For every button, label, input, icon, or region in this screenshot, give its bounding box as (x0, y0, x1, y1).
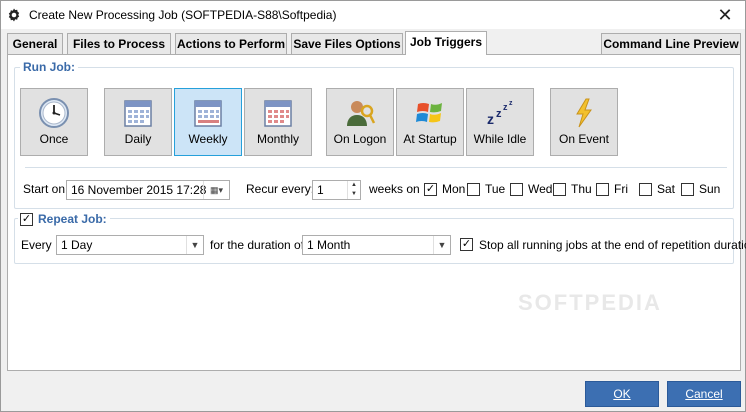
repeat-job-checkbox[interactable]: ✓ (20, 213, 33, 226)
run-job-label: Run Job: (20, 60, 78, 74)
day-sat-label: Sat (657, 182, 676, 196)
gear-icon (8, 8, 20, 22)
on-event-button[interactable]: On Event (550, 88, 618, 156)
start-on-label: Start on: (23, 182, 69, 196)
day-sun-checkbox[interactable] (681, 183, 694, 196)
day-fri-label: Fri (614, 182, 628, 196)
dialog-window: Create New Processing Job (SOFTPEDIA-S88… (0, 0, 746, 412)
recur-every-value: 1 (317, 183, 324, 197)
watermark: SOFTPEDIA (518, 290, 662, 315)
duration-select[interactable]: 1 Month ▼ (302, 235, 451, 255)
stop-jobs-checkbox[interactable]: ✓ (460, 238, 473, 251)
once-button[interactable]: Once (20, 88, 88, 156)
svg-text:z: z (487, 111, 494, 127)
once-label: Once (39, 132, 69, 146)
start-on-datetime-picker[interactable]: 16 November 2015 17:28 ▦▾ (66, 180, 230, 200)
recur-every-stepper[interactable]: 1 ▲ ▼ (312, 180, 361, 200)
clock-icon (39, 98, 69, 128)
day-thu-checkbox[interactable] (553, 183, 566, 196)
duration-value: 1 Month (307, 238, 351, 252)
while-idle-button[interactable]: z z z z While Idle (466, 88, 534, 156)
day-fri-checkbox[interactable] (596, 183, 609, 196)
at-startup-button[interactable]: At Startup (396, 88, 464, 156)
spin-up-icon[interactable]: ▲ (348, 181, 360, 190)
start-on-value: 16 November 2015 17:28 (71, 183, 207, 197)
calendar-icon (194, 100, 222, 127)
tab-actions-to-perform[interactable]: Actions to Perform (175, 33, 287, 54)
spin-down-icon[interactable]: ▼ (348, 190, 360, 199)
day-wed-checkbox[interactable] (510, 183, 523, 196)
svg-text:z: z (496, 108, 502, 120)
on-logon-label: On Logon (333, 132, 387, 146)
tab-save-files-options[interactable]: Save Files Options (291, 33, 403, 54)
lightning-icon (576, 98, 592, 128)
stop-jobs-label: Stop all running jobs at the end of repe… (479, 238, 746, 252)
tab-job-triggers[interactable]: Job Triggers (405, 31, 487, 55)
title-bar: Create New Processing Job (SOFTPEDIA-S88… (1, 1, 745, 29)
tab-content-job-triggers: Run Job: Once Daily Weekly Monthly On Lo… (7, 54, 746, 371)
chevron-down-icon[interactable]: ▼ (186, 236, 203, 254)
day-sun-label: Sun (699, 182, 721, 196)
cancel-button[interactable]: Cancel (667, 381, 741, 407)
tab-command-line-preview[interactable]: Command Line Preview (601, 33, 741, 54)
daily-button[interactable]: Daily (104, 88, 172, 156)
while-idle-label: While Idle (473, 132, 527, 146)
day-thu-label: Thu (571, 182, 592, 196)
day-sat-checkbox[interactable] (639, 183, 652, 196)
svg-text:z: z (503, 102, 508, 112)
weekly-label: Weekly (188, 132, 228, 146)
ok-button[interactable]: OK (585, 381, 659, 407)
every-value: 1 Day (61, 238, 93, 252)
at-startup-label: At Startup (403, 132, 457, 146)
every-label: Every (21, 238, 52, 252)
day-mon-checkbox[interactable]: ✓ (424, 183, 437, 196)
divider (25, 167, 727, 168)
every-select[interactable]: 1 Day ▼ (56, 235, 204, 255)
close-icon[interactable]: ✕ (715, 5, 735, 25)
calendar-icon (124, 100, 152, 127)
chevron-down-icon[interactable]: ▼ (433, 236, 450, 254)
sleep-zzz-icon: z z z z (487, 100, 513, 127)
calendar-dropdown-icon[interactable]: ▦▾ (203, 181, 229, 199)
duration-label: for the duration of: (210, 238, 308, 252)
on-event-label: On Event (558, 132, 610, 146)
day-wed-label: Wed (528, 182, 553, 196)
tab-general[interactable]: General (7, 33, 63, 54)
on-logon-button[interactable]: On Logon (326, 88, 394, 156)
user-key-icon (347, 101, 376, 126)
day-tue-label: Tue (485, 182, 506, 196)
tab-files-to-process[interactable]: Files to Process (67, 33, 171, 54)
weeks-on-label: weeks on (369, 182, 420, 196)
recur-every-label: Recur every: (246, 182, 315, 196)
monthly-label: Monthly (256, 132, 300, 146)
svg-text:z: z (509, 100, 513, 107)
day-tue-checkbox[interactable] (467, 183, 480, 196)
spin-buttons[interactable]: ▲ ▼ (347, 181, 360, 199)
tab-bar: General Files to Process Actions to Perf… (7, 31, 741, 55)
monthly-button[interactable]: Monthly (244, 88, 312, 156)
daily-label: Daily (124, 132, 152, 146)
calendar-red-icon (264, 100, 292, 127)
windows-logo-icon (416, 103, 442, 123)
weekly-button[interactable]: Weekly (174, 88, 242, 156)
window-title: Create New Processing Job (SOFTPEDIA-S88… (29, 8, 337, 22)
day-mon-label: Mon (442, 182, 466, 196)
